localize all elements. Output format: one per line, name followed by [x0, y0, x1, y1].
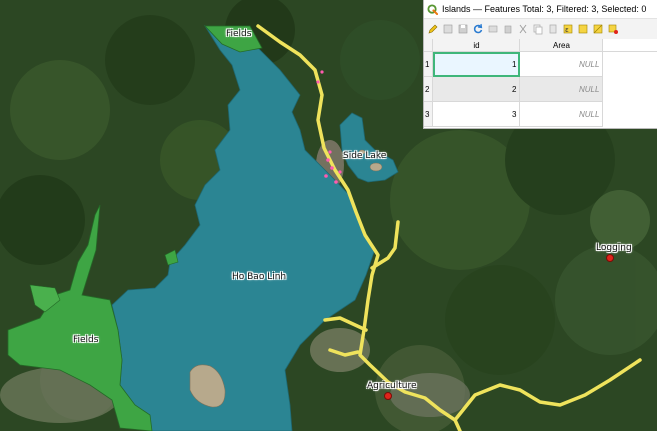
pencil-icon[interactable] — [426, 23, 439, 36]
delete-feature-icon[interactable] — [501, 23, 514, 36]
window-title: Islands — Features Total: 3, Filtered: 3… — [442, 4, 647, 14]
cell-area[interactable]: NULL — [519, 76, 604, 102]
label-fields-left: Fields — [73, 335, 99, 345]
copy-icon[interactable] — [531, 23, 544, 36]
cut-icon[interactable] — [516, 23, 529, 36]
cell-area[interactable]: NULL — [519, 51, 604, 77]
cell-id[interactable]: 2 — [432, 76, 521, 102]
row-header[interactable]: 1 — [424, 51, 434, 77]
table-row[interactable]: 2 2 NULL — [424, 76, 657, 102]
empty-cell — [603, 77, 657, 102]
qgis-workspace: Fields Side Lake Ho Bao Linh Fields Logg… — [0, 0, 657, 431]
empty-header-space — [602, 39, 657, 52]
svg-text:ε: ε — [565, 26, 569, 34]
select-all-icon[interactable] — [576, 23, 589, 36]
agriculture-marker-icon — [384, 392, 392, 400]
qgis-icon — [427, 3, 438, 15]
attribute-table-titlebar[interactable]: Islands — Features Total: 3, Filtered: 3… — [424, 0, 657, 19]
island-2 — [369, 162, 383, 172]
invert-selection-icon[interactable] — [591, 23, 604, 36]
label-fields-top: Fields — [226, 29, 252, 39]
corner-header[interactable] — [424, 39, 434, 52]
cell-id[interactable]: 1 — [432, 51, 521, 77]
label-agriculture: Agriculture — [367, 381, 417, 391]
column-header-area[interactable]: Area — [519, 39, 604, 52]
logging-marker-icon — [606, 254, 614, 262]
expression-select-icon[interactable]: ε — [561, 23, 574, 36]
attribute-table-window[interactable]: Islands — Features Total: 3, Filtered: 3… — [423, 0, 657, 129]
label-logging: Logging — [596, 243, 632, 253]
label-ho-bao-linh: Ho Bao Linh — [232, 272, 287, 282]
cell-id[interactable]: 3 — [432, 101, 521, 127]
paste-icon[interactable] — [546, 23, 559, 36]
multi-edit-icon[interactable] — [441, 23, 454, 36]
reload-icon[interactable] — [471, 23, 484, 36]
table-row[interactable]: 1 1 NULL — [424, 51, 657, 77]
label-side-lake: Side Lake — [343, 151, 387, 161]
add-feature-icon[interactable] — [486, 23, 499, 36]
column-header-id[interactable]: id — [432, 39, 521, 52]
empty-cell — [603, 52, 657, 77]
attribute-table-toolbar: ε — [424, 19, 657, 40]
row-header[interactable]: 2 — [424, 76, 434, 102]
empty-cell — [603, 102, 657, 127]
filter-icon[interactable] — [606, 23, 619, 36]
save-edits-icon[interactable] — [456, 23, 469, 36]
row-header[interactable]: 3 — [424, 101, 434, 127]
table-row[interactable]: 3 3 NULL — [424, 101, 657, 127]
cell-area[interactable]: NULL — [519, 101, 604, 127]
attribute-table-grid[interactable]: id Area 1 1 NULL 2 2 NULL 3 3 NULL — [424, 39, 657, 127]
